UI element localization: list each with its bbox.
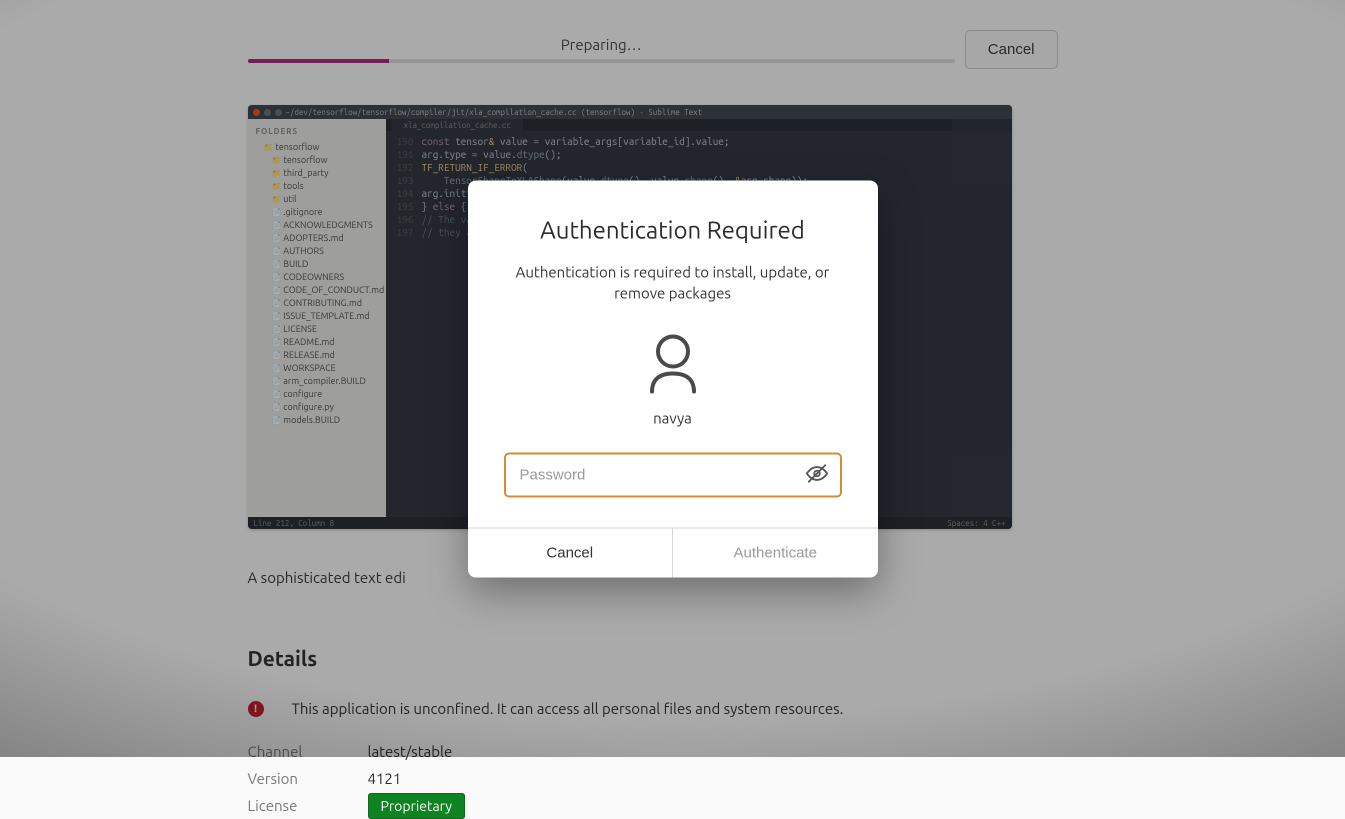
confinement-warning-text: This application is unconfined. It can a… <box>292 700 844 717</box>
install-progress-row: Preparing… Cancel <box>248 30 1058 69</box>
screenshot-sidebar: FOLDERS tensorflowtensorflowthird_partyt… <box>248 119 386 517</box>
tree-item: ADOPTERS.md <box>256 232 378 245</box>
warning-icon: ! <box>248 701 264 717</box>
confinement-warning: ! This application is unconfined. It can… <box>248 700 1058 717</box>
user-icon <box>646 333 700 397</box>
tree-item: CONTRIBUTING.md <box>256 297 378 310</box>
tree-item: tensorflow <box>256 141 378 154</box>
details-heading: Details <box>248 646 1058 670</box>
tree-item: arm_compiler.BUILD <box>256 375 378 388</box>
tree-item: AUTHORS <box>256 245 378 258</box>
auth-username: navya <box>653 409 692 426</box>
progress-label: Preparing… <box>248 36 955 53</box>
tree-item: tools <box>256 180 378 193</box>
channel-value: latest/stable <box>368 743 453 760</box>
tree-item: ISSUE_TEMPLATE.md <box>256 310 378 323</box>
auth-dialog: Authentication Required Authentication i… <box>468 180 878 577</box>
tree-item: tensorflow <box>256 154 378 167</box>
tree-item: third_party <box>256 167 378 180</box>
license-label: License <box>248 797 308 814</box>
cancel-install-button[interactable]: Cancel <box>965 30 1058 69</box>
auth-authenticate-button[interactable]: Authenticate <box>672 528 878 577</box>
toggle-password-visibility-button[interactable] <box>794 462 840 487</box>
tree-item: .gitignore <box>256 206 378 219</box>
tree-item: models.BUILD <box>256 414 378 427</box>
tree-item: CODE_OF_CONDUCT.md <box>256 284 378 297</box>
tree-item: util <box>256 193 378 206</box>
auth-dialog-message: Authentication is required to install, u… <box>504 261 842 303</box>
password-input[interactable] <box>506 454 794 495</box>
progress-bar <box>248 59 955 63</box>
tree-item: ACKNOWLEDGMENTS <box>256 219 378 232</box>
auth-dialog-title: Authentication Required <box>504 216 842 243</box>
version-value: 4121 <box>368 770 402 787</box>
screenshot-window-title: ~/dev/tensorflow/tensorflow/compiler/jit… <box>286 108 703 117</box>
channel-label: Channel <box>248 743 308 760</box>
tree-item: WORKSPACE <box>256 362 378 375</box>
auth-cancel-button[interactable]: Cancel <box>468 528 673 577</box>
tree-item: BUILD <box>256 258 378 271</box>
license-badge: Proprietary <box>368 793 466 819</box>
version-label: Version <box>248 770 308 787</box>
eye-off-icon <box>806 462 828 487</box>
tree-item: configure <box>256 388 378 401</box>
tree-item: configure.py <box>256 401 378 414</box>
tree-item: README.md <box>256 336 378 349</box>
tree-item: CODEOWNERS <box>256 271 378 284</box>
tree-item: LICENSE <box>256 323 378 336</box>
tree-item: RELEASE.md <box>256 349 378 362</box>
